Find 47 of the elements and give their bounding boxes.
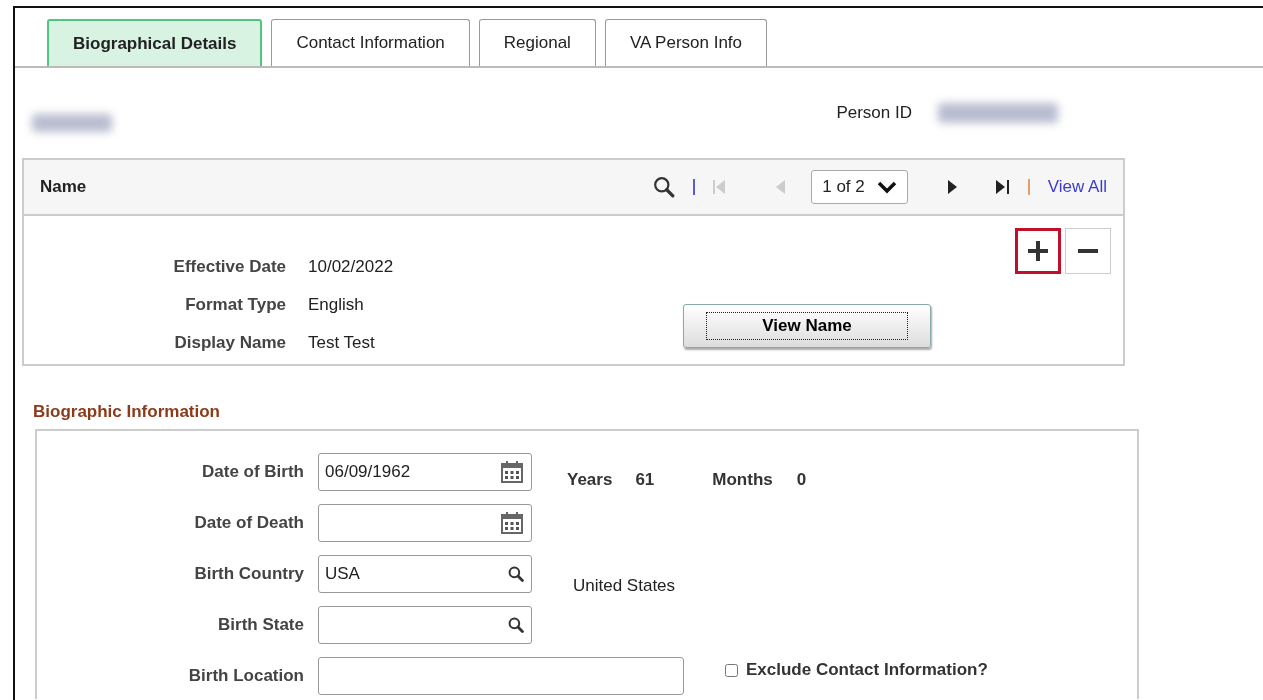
- field-label: Effective Date: [172, 256, 287, 279]
- field-label: Birth Location: [187, 665, 305, 688]
- lookup-field[interactable]: USA: [318, 555, 532, 593]
- field-value: English: [308, 294, 364, 317]
- field-label: Years: [567, 469, 613, 492]
- page-select[interactable]: 1 of 2: [811, 170, 908, 204]
- field-label: Birth State: [217, 614, 305, 637]
- field-label: Date of Birth: [201, 461, 305, 484]
- tab[interactable]: Regional: [478, 19, 596, 66]
- last-icon[interactable]: [995, 179, 1010, 195]
- view-all-link[interactable]: View All: [1047, 174, 1107, 200]
- field-label: Person ID: [836, 102, 912, 125]
- field-label: Birth Country: [193, 563, 305, 586]
- field-value: 61: [635, 469, 655, 492]
- field-value: United States: [573, 575, 676, 598]
- date-field[interactable]: [318, 504, 532, 542]
- tab[interactable]: Biographical Details: [47, 19, 263, 66]
- minus-icon: [1078, 249, 1098, 253]
- divider-icon: [1027, 179, 1030, 195]
- field-label: Format Type: [184, 294, 287, 317]
- field-label: Display Name: [173, 332, 287, 355]
- lookup-field[interactable]: [318, 606, 532, 644]
- input-field[interactable]: [318, 657, 684, 695]
- plus-icon: [1027, 240, 1049, 262]
- add-row-button[interactable]: [1015, 228, 1061, 274]
- tab[interactable]: VA Person Info: [604, 19, 768, 66]
- divider-icon: [693, 179, 696, 195]
- delete-row-button[interactable]: [1065, 228, 1111, 274]
- checkbox-label: Exclude Contact Information?: [746, 659, 988, 682]
- checkbox[interactable]: [725, 663, 738, 677]
- field-label: Date of Death: [193, 512, 305, 535]
- next-icon[interactable]: [947, 179, 958, 195]
- chevron-down-icon: [876, 180, 897, 194]
- field-label: Months: [712, 469, 773, 492]
- view-name-button[interactable]: View Name: [683, 304, 931, 348]
- field-value: 0: [796, 469, 807, 492]
- section-heading: Biographic Information: [33, 401, 221, 423]
- tab[interactable]: Contact Information: [271, 19, 470, 66]
- calendar-icon[interactable]: [500, 460, 524, 484]
- field-value: Test Test: [308, 332, 375, 355]
- date-field[interactable]: 06/09/1962: [318, 453, 532, 491]
- search-icon[interactable]: [508, 617, 524, 633]
- field-value: 10/02/2022: [308, 256, 394, 279]
- search-icon[interactable]: [653, 176, 676, 198]
- calendar-icon[interactable]: [500, 511, 524, 535]
- search-icon[interactable]: [508, 566, 524, 582]
- grid-title: Name: [40, 176, 87, 199]
